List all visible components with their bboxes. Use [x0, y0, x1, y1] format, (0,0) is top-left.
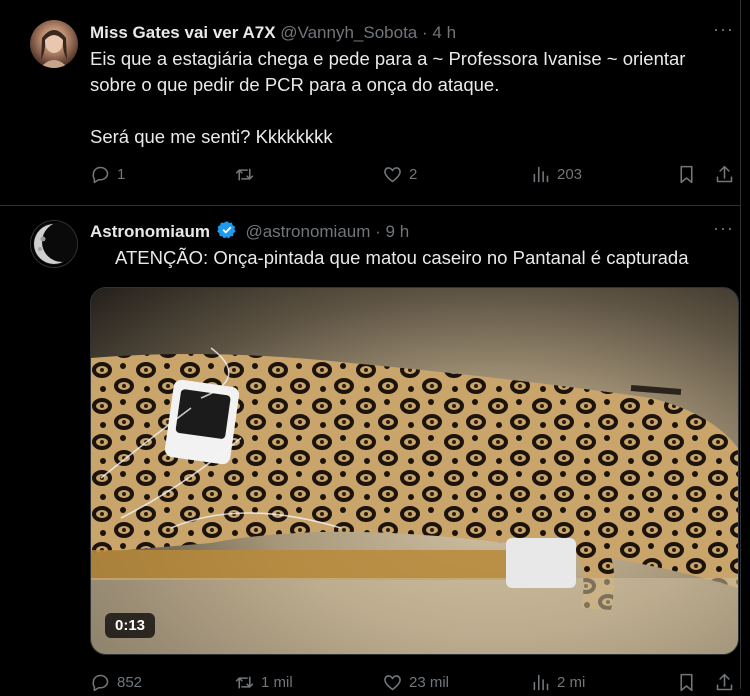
tweet-header: Astronomiaum @astronomiaum · 9 h	[90, 220, 409, 246]
reply-button[interactable]: 1	[90, 164, 125, 185]
more-options-button[interactable]: ···	[713, 218, 734, 239]
user-handle[interactable]: @Vannyh_Sobota	[280, 23, 417, 42]
video-duration-badge: 0:13	[105, 613, 156, 638]
like-count: 23 mil	[409, 674, 450, 691]
tweet-header: Miss Gates vai ver A7X @Vannyh_Sobota · …	[90, 22, 456, 44]
tweet-1[interactable]: Miss Gates vai ver A7X @Vannyh_Sobota · …	[0, 0, 740, 200]
bookmark-icon	[680, 165, 693, 184]
column-border	[740, 0, 741, 689]
bookmark-button[interactable]	[676, 164, 697, 185]
avatar[interactable]	[30, 20, 78, 68]
reply-icon	[92, 166, 109, 184]
reply-count: 1	[117, 166, 126, 183]
user-handle[interactable]: @astronomiaum	[245, 222, 370, 241]
tweet-text-line: ATENÇÃO: Onça-pintada que matou caseiro …	[90, 245, 730, 320]
bookmark-icon	[680, 673, 693, 692]
separator-dot: ·	[422, 23, 428, 42]
view-count: 203	[557, 166, 583, 183]
tweet-text: ATENÇÃO: Onça-pintada que matou caseiro …	[115, 247, 689, 268]
bookmark-button[interactable]	[676, 672, 697, 693]
retweet-icon	[235, 676, 254, 689]
reply-button[interactable]: 852	[90, 672, 142, 693]
tweet-2[interactable]: Astronomiaum @astronomiaum · 9 h ··· ATE…	[0, 206, 740, 692]
avatar[interactable]	[30, 220, 78, 268]
analytics-icon	[533, 674, 549, 691]
avatar-photo	[40, 30, 68, 68]
separator-dot: ·	[375, 222, 381, 241]
tweet-text: Eis que a estagiária chega e pede para a…	[90, 48, 686, 147]
video-player[interactable]: 0:13	[90, 287, 739, 655]
analytics-icon	[533, 166, 549, 183]
heart-icon	[384, 167, 401, 183]
retweet-icon	[235, 168, 254, 181]
reply-count: 852	[117, 674, 143, 691]
share-icon	[716, 165, 733, 183]
view-count: 2 mi	[557, 674, 586, 691]
share-icon	[716, 673, 733, 691]
tweet-actions: 852 1 mil 23 mil 2 mi	[90, 672, 740, 696]
more-horizontal-icon: ···	[713, 218, 734, 238]
retweet-count: 1 mil	[261, 674, 293, 691]
timestamp[interactable]: 4 h	[432, 23, 456, 42]
views-button[interactable]: 2 mi	[530, 672, 585, 693]
moon-logo-icon	[33, 222, 77, 265]
share-button[interactable]	[714, 164, 735, 185]
jaguar-video-frame	[91, 347, 738, 654]
reply-icon	[92, 674, 109, 692]
like-button[interactable]: 23 mil	[382, 672, 449, 693]
retweet-button[interactable]	[234, 164, 261, 185]
heart-icon	[384, 675, 401, 691]
tweet-actions: 1 2 203	[90, 164, 740, 188]
share-button[interactable]	[714, 672, 735, 693]
views-button[interactable]: 203	[530, 164, 582, 185]
like-button[interactable]: 2	[382, 164, 417, 185]
display-name[interactable]: Astronomiaum	[90, 222, 210, 241]
verified-badge-icon	[216, 220, 237, 246]
like-count: 2	[409, 166, 418, 183]
display-name[interactable]: Miss Gates vai ver A7X	[90, 23, 276, 42]
retweet-button[interactable]: 1 mil	[234, 672, 293, 693]
rotating-light-emoji-icon	[90, 247, 112, 320]
more-options-button[interactable]: ···	[713, 19, 734, 40]
more-horizontal-icon: ···	[713, 19, 734, 39]
timestamp[interactable]: 9 h	[386, 222, 410, 241]
